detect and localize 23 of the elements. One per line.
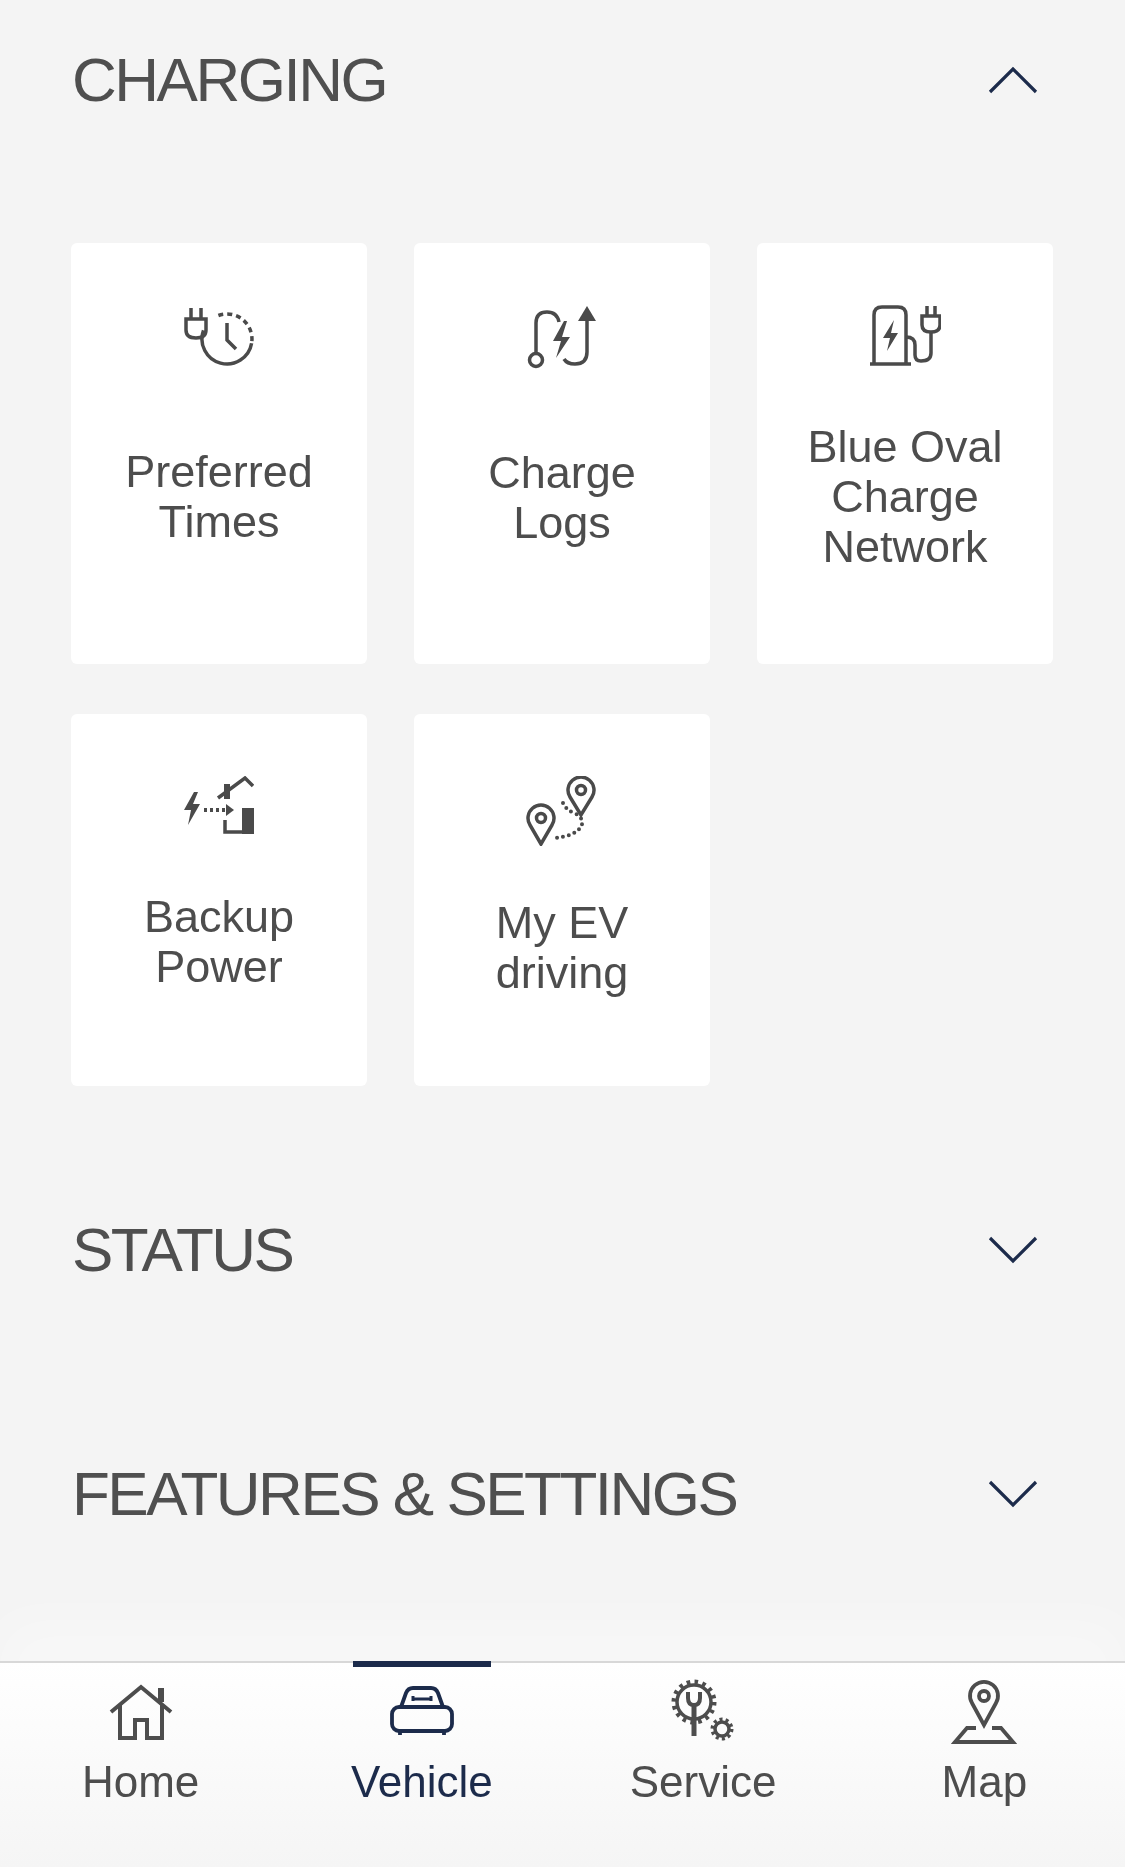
nav-tab[interactable]: Service	[562, 1663, 844, 1867]
section-title: STATUS	[72, 1214, 293, 1286]
chevron-down-icon[interactable]	[988, 1480, 1038, 1508]
nav-tab[interactable]: Vehicle	[281, 1663, 563, 1867]
chevron-up-icon[interactable]	[988, 66, 1038, 94]
charging-station-icon	[869, 305, 941, 366]
map-pin-icon	[951, 1678, 1018, 1744]
home-icon	[107, 1682, 174, 1740]
nav-tab[interactable]: Map	[843, 1663, 1125, 1867]
lightning-arrow-icon	[526, 305, 598, 369]
section-title: CHARGING	[72, 44, 387, 116]
nav-tab[interactable]: Home	[0, 1663, 282, 1867]
charging-tile[interactable]: Backup Power	[71, 714, 367, 1086]
map-pins-icon	[526, 776, 598, 846]
section-title: FEATURES & SETTINGS	[72, 1458, 737, 1530]
lightning-house-icon	[184, 776, 254, 834]
charging-tile[interactable]: Blue Oval Charge Network	[757, 243, 1053, 664]
charging-tile[interactable]: Charge Logs	[414, 243, 710, 664]
chevron-down-icon[interactable]	[988, 1236, 1038, 1264]
charging-tile[interactable]: Preferred Times	[71, 243, 367, 664]
car-icon	[388, 1685, 455, 1737]
charging-tile[interactable]: My EV driving	[414, 714, 710, 1086]
plug-clock-icon	[183, 305, 255, 367]
